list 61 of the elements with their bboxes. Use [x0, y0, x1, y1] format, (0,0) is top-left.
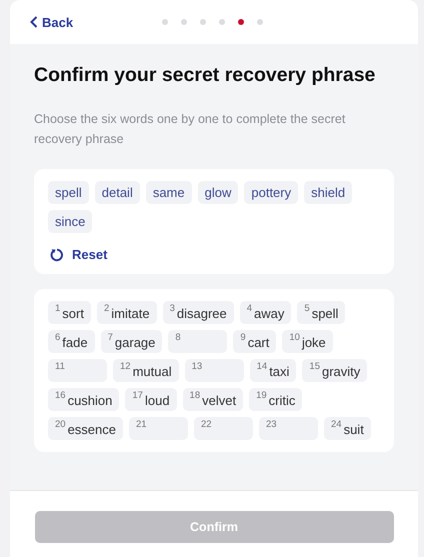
slot-number: 15: [309, 361, 320, 372]
slot-word: mutual: [132, 364, 172, 379]
slot-word: joke: [302, 335, 326, 350]
slot-number: 5: [304, 303, 310, 314]
slot-word: loud: [144, 393, 170, 408]
slot-number: 7: [108, 332, 113, 343]
slot-number: 4: [246, 303, 252, 314]
word-chip[interactable]: shield: [304, 181, 352, 204]
slot-word: critic: [268, 393, 296, 408]
slot-number: 18: [190, 390, 200, 401]
slot-word: velvet: [202, 393, 236, 408]
phrase-slot[interactable]: 8: [168, 330, 228, 353]
slot-number: 24: [331, 419, 342, 430]
phrase-slot[interactable]: 21: [129, 417, 188, 440]
phrase-slot[interactable]: 23: [259, 417, 318, 440]
chevron-left-icon: [30, 16, 38, 28]
slot-word: fade: [62, 335, 88, 350]
word-chip[interactable]: glow: [198, 181, 238, 204]
slot-number: 3: [170, 303, 175, 314]
slot-number: 2: [104, 303, 110, 314]
phrase-slot[interactable]: 11: [48, 359, 107, 382]
slot-word: away: [254, 306, 284, 321]
back-link[interactable]: Back: [30, 14, 74, 30]
word-chip[interactable]: since: [48, 210, 92, 233]
word-chip[interactable]: spell: [48, 181, 89, 204]
slot-number: 13: [192, 361, 202, 372]
slot-word: gravity: [322, 364, 360, 379]
slot-number: 14: [256, 361, 268, 372]
slot-number: 12: [120, 361, 131, 372]
slot-word: taxi: [269, 364, 290, 379]
slot-number: 1: [55, 303, 60, 314]
slot-number: 16: [55, 390, 66, 401]
phrase-slot[interactable]: 13: [184, 359, 244, 382]
slot-word: suit: [344, 422, 364, 437]
description-text: Choose the six words one by one to complete the secret recovery phrase: [34, 111, 346, 148]
slot-number: 21: [136, 419, 147, 430]
slot-word: imitate: [111, 306, 150, 321]
slot-number: 22: [201, 419, 212, 430]
slot-number: 17: [132, 390, 143, 401]
reset-icon: [50, 248, 64, 262]
reset-button[interactable]: Reset: [48, 247, 110, 262]
slot-word: spell: [312, 306, 338, 321]
slot-number: 9: [240, 332, 246, 343]
slot-word: essence: [68, 422, 116, 437]
slot-word: cart: [248, 335, 270, 350]
slot-word: garage: [114, 335, 156, 350]
slot-word: disagree: [176, 306, 227, 321]
slot-number: 23: [266, 419, 277, 430]
slot-word: sort: [62, 306, 84, 321]
phrase-slot[interactable]: 22: [194, 417, 253, 440]
slot-number: 11: [55, 361, 65, 372]
slot-number: 20: [55, 419, 66, 430]
word-chip[interactable]: pottery: [244, 181, 298, 204]
page-title: Confirm your secret recovery phrase: [34, 64, 376, 87]
slot-number: 8: [175, 332, 181, 343]
slot-number: 19: [256, 390, 267, 401]
slot-number: 10: [289, 332, 300, 343]
slot-number: 6: [55, 332, 60, 343]
slot-word: cushion: [68, 393, 112, 408]
word-chip[interactable]: detail: [94, 181, 140, 204]
word-chip[interactable]: same: [146, 181, 192, 204]
